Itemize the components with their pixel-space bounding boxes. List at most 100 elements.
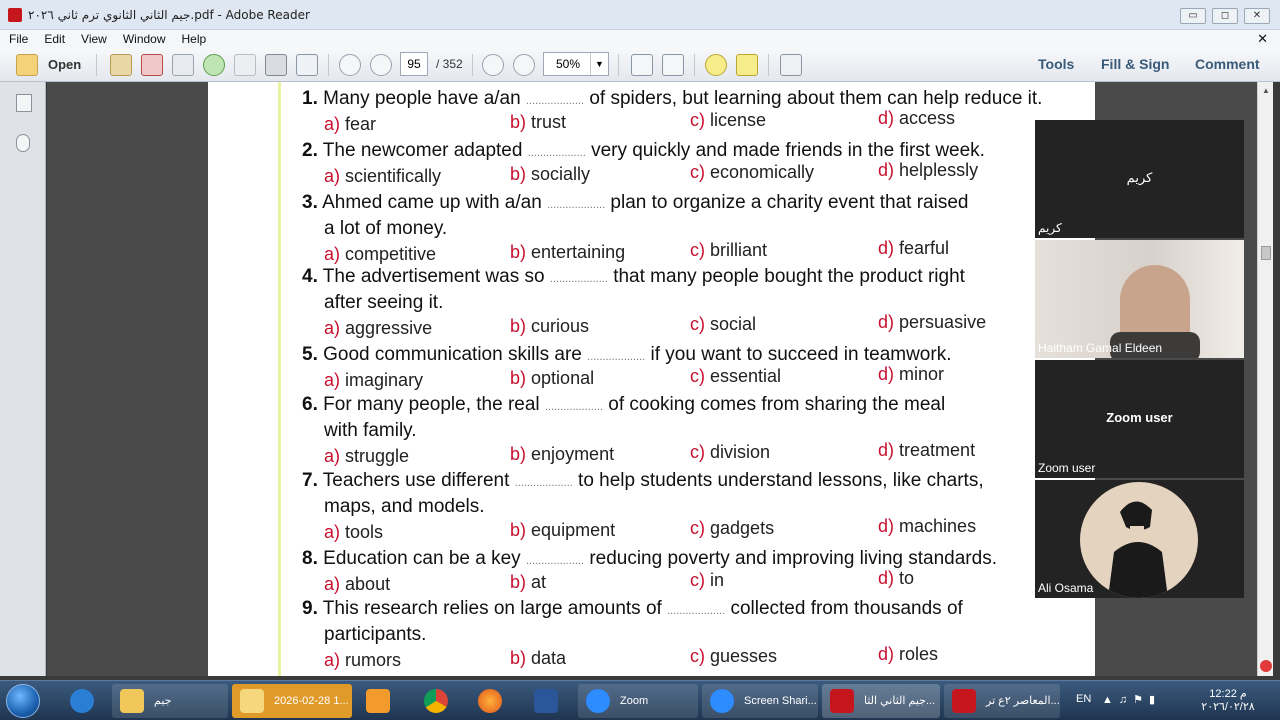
- option-text: rumors: [345, 650, 402, 670]
- taskbar-folder-2[interactable]: 2026-02-28 1...: [232, 684, 352, 718]
- question-text-pre: This research relies on large amounts of: [322, 598, 662, 619]
- option-text: aggressive: [345, 318, 433, 338]
- menu-view[interactable]: View: [74, 31, 114, 47]
- option-text: entertaining: [531, 242, 626, 262]
- taskbar-folder-1[interactable]: جيم: [112, 684, 228, 718]
- page-number-input[interactable]: 95: [400, 52, 428, 76]
- participant-name: Haitham Gamal Eldeen: [1038, 341, 1163, 355]
- question-text-post: of spiders, but learning about them can …: [589, 88, 1043, 109]
- question-number: 3.: [302, 192, 318, 213]
- answer-option: c) economically: [690, 162, 814, 183]
- create-icon[interactable]: [110, 54, 132, 76]
- option-letter: d): [878, 238, 895, 258]
- answer-option: c) brilliant: [690, 240, 767, 261]
- taskbar-zoom[interactable]: Zoom: [578, 684, 698, 718]
- taskbar-firefox[interactable]: [470, 684, 512, 718]
- participant-tile[interactable]: كريم كريم: [1035, 120, 1244, 238]
- email-icon[interactable]: [296, 54, 318, 76]
- taskbar-media[interactable]: [358, 684, 400, 718]
- maximize-button[interactable]: ◻: [1212, 8, 1238, 24]
- taskbar-zoom-share[interactable]: Screen Shari...: [702, 684, 818, 718]
- option-letter: b): [510, 112, 527, 132]
- fill-sign-button[interactable]: Fill & Sign: [1101, 56, 1169, 72]
- avatar: [1080, 482, 1198, 598]
- taskbar-word[interactable]: [526, 684, 568, 718]
- clock[interactable]: 12:22 م ٢٠٢٦/٠٢/٢٨: [1196, 687, 1260, 713]
- menu-file[interactable]: File: [2, 31, 35, 47]
- save-icon[interactable]: [234, 54, 256, 76]
- chevron-down-icon[interactable]: ▼: [590, 53, 608, 75]
- question-text-post: to help students understand lessons, lik…: [578, 470, 984, 491]
- option-text: competitive: [345, 244, 437, 264]
- next-page-icon[interactable]: [370, 54, 392, 76]
- participant-video-tile[interactable]: Haitham Gamal Eldeen: [1035, 240, 1244, 358]
- taskbar-chrome[interactable]: [416, 684, 458, 718]
- question-4: 4. The advertisement was so ............…: [302, 266, 965, 288]
- answer-option: b) entertaining: [510, 242, 625, 263]
- option-text: equipment: [531, 520, 616, 540]
- close-document-icon[interactable]: ✕: [1257, 31, 1268, 47]
- previous-page-icon[interactable]: [339, 54, 361, 76]
- blank: ...................: [544, 401, 604, 413]
- create-pdf-icon[interactable]: [141, 54, 163, 76]
- pages-icon[interactable]: [16, 94, 32, 112]
- zoom-out-icon[interactable]: [482, 54, 504, 76]
- taskbar-pdf-2[interactable]: المعاصر ٢ع تر...: [944, 684, 1060, 718]
- highlight-icon[interactable]: [736, 54, 758, 76]
- scroll-thumb[interactable]: [1261, 246, 1271, 260]
- question-text-pre: Teachers use different: [322, 470, 510, 491]
- fit-page-icon[interactable]: [662, 54, 684, 76]
- tray-icons[interactable]: ▲♫⚑▮: [1102, 693, 1182, 706]
- zoom-icon: [586, 689, 610, 713]
- question-text-post: that many people bought the product righ…: [613, 266, 965, 287]
- option-text: machines: [899, 516, 977, 536]
- fit-width-icon[interactable]: [631, 54, 653, 76]
- pdf-icon: [830, 689, 854, 713]
- language-indicator[interactable]: EN: [1076, 693, 1091, 705]
- option-letter: b): [510, 164, 527, 184]
- print-icon[interactable]: [265, 54, 287, 76]
- option-letter: a): [324, 114, 341, 134]
- taskbar-ie[interactable]: [62, 684, 104, 718]
- option-letter: c): [690, 366, 705, 386]
- option-letter: d): [878, 160, 895, 180]
- tools-button[interactable]: Tools: [1038, 56, 1074, 72]
- answer-option: d) access: [878, 108, 955, 129]
- comment-button[interactable]: Comment: [1195, 56, 1260, 72]
- blank: ...................: [549, 273, 608, 285]
- attachments-icon[interactable]: [16, 134, 30, 152]
- participant-tile[interactable]: Ali Osama: [1035, 480, 1244, 598]
- upload-icon[interactable]: [203, 54, 225, 76]
- question-number: 4.: [302, 266, 318, 287]
- option-letter: c): [690, 240, 705, 260]
- option-letter: a): [324, 446, 341, 466]
- answer-option: c) essential: [690, 366, 781, 387]
- recording-icon: [1260, 660, 1272, 672]
- vertical-scrollbar[interactable]: ▲ ▼: [1257, 82, 1273, 676]
- open-button[interactable]: Open: [48, 57, 81, 77]
- zoom-select[interactable]: 50% ▼: [543, 52, 609, 76]
- media-player-icon: [366, 689, 390, 713]
- minimize-button[interactable]: ▭: [1180, 8, 1206, 24]
- start-button[interactable]: [6, 684, 40, 718]
- menu-edit[interactable]: Edit: [37, 31, 72, 47]
- edit-icon[interactable]: [172, 54, 194, 76]
- menu-window[interactable]: Window: [116, 31, 173, 47]
- question-8: 8. Education can be a key ..............…: [302, 548, 997, 570]
- question-continuation: a lot of money.: [324, 218, 448, 239]
- option-text: minor: [899, 364, 945, 384]
- close-button[interactable]: ✕: [1244, 8, 1270, 24]
- menu-help[interactable]: Help: [175, 31, 214, 47]
- adobe-reader-icon: [8, 8, 22, 22]
- question-text-post: collected from thousands of: [730, 598, 963, 619]
- fullscreen-icon[interactable]: [780, 54, 802, 76]
- participant-tile[interactable]: Zoom user Zoom user: [1035, 360, 1244, 478]
- zoom-in-icon[interactable]: [513, 54, 535, 76]
- comment-icon[interactable]: [705, 54, 727, 76]
- zoom-icon: [710, 689, 734, 713]
- scroll-up-icon[interactable]: ▲: [1261, 86, 1271, 96]
- option-letter: c): [690, 570, 705, 590]
- question-continuation: after seeing it.: [324, 292, 444, 313]
- blank: ...................: [514, 477, 573, 489]
- taskbar-pdf-1[interactable]: جيم الثاني الثا...: [822, 684, 940, 718]
